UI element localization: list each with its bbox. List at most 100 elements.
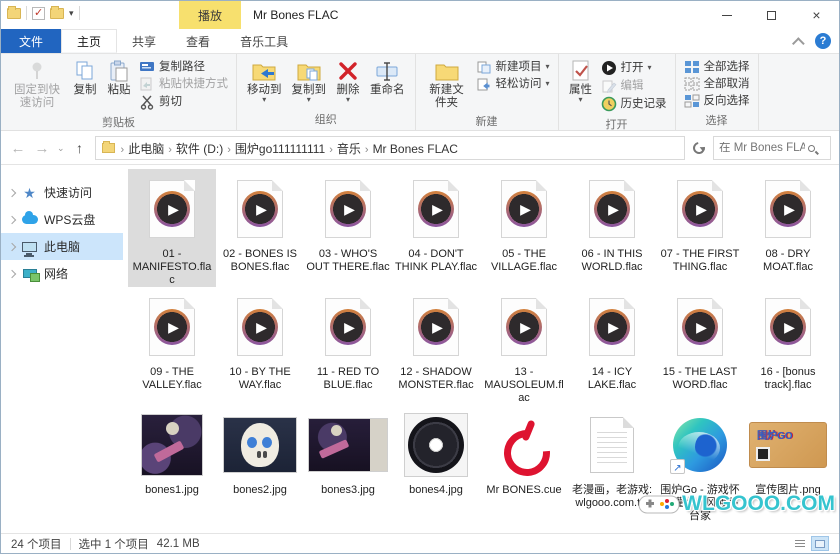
sidebar-item-label: 此电脑 [44,238,80,255]
tab-share[interactable]: 共享 [117,29,171,53]
group-label: 新建 [416,112,558,132]
invert-selection-icon [684,94,700,108]
file-item[interactable]: bones2.jpg [216,405,304,523]
button-label: 新建项目 [496,60,542,74]
recent-locations-dropdown[interactable]: ⌄ [57,143,65,154]
forward-button[interactable]: → [33,140,51,157]
button-label: 粘贴 [108,84,131,97]
thumbnail-view-button[interactable] [811,536,829,551]
file-item[interactable]: bones3.jpg [304,405,392,523]
expand-chevron-icon[interactable] [8,215,16,223]
collapse-ribbon-icon[interactable] [792,37,805,50]
refresh-icon[interactable] [691,140,708,157]
button-label: 反向选择 [704,94,750,108]
maximize-button[interactable] [749,1,794,29]
file-item[interactable]: 03 - WHO'S OUT THERE.flac [304,169,392,287]
file-item[interactable]: 13 - MAUSOLEUM.flac [480,287,568,405]
file-item[interactable]: 14 - ICY LAKE.flac [568,287,656,405]
delete-x-icon [336,59,360,83]
delete-button[interactable]: 删除 ▾ [332,57,364,105]
file-item[interactable]: 06 - IN THIS WORLD.flac [568,169,656,287]
dropdown-arrow-icon: ▾ [307,97,311,103]
new-item-button[interactable]: 新建项目 ▾ [476,60,550,74]
tab-home[interactable]: 主页 [61,29,117,53]
file-item[interactable]: 08 - DRY MOAT.flac [744,169,832,287]
copy-path-button[interactable]: 复制路径 [139,60,228,74]
invert-selection-button[interactable]: 反向选择 [684,94,750,108]
search-input[interactable] [719,142,805,154]
rename-button[interactable]: 重命名 [366,57,409,99]
copy-to-button[interactable]: 复制到 ▾ [288,57,331,105]
cut-button[interactable]: 剪切 [139,94,228,110]
history-button[interactable]: 历史记录 [601,96,667,112]
breadcrumb-item[interactable]: 软件 (D:) [174,142,225,156]
expand-chevron-icon[interactable] [8,242,16,250]
file-item[interactable]: 10 - BY THE WAY.flac [216,287,304,405]
tab-file[interactable]: 文件 [1,29,61,53]
file-item[interactable]: 09 - THE VALLEY.flac [128,287,216,405]
select-none-button[interactable]: 全部取消 [684,77,750,91]
file-item[interactable]: 12 - SHADOW MONSTER.flac [392,287,480,405]
open-button[interactable]: 打开 ▾ [601,60,667,76]
file-item[interactable]: 07 - THE FIRST THING.flac [656,169,744,287]
close-button[interactable]: × [794,1,839,29]
file-item[interactable]: 15 - THE LAST WORD.flac [656,287,744,405]
file-item[interactable]: 02 - BONES IS BONES.flac [216,169,304,287]
details-view-button[interactable] [791,536,809,551]
help-icon[interactable]: ? [815,33,831,49]
button-label: 重命名 [370,84,405,97]
sidebar-item-wps-cloud[interactable]: WPS云盘 [1,206,123,233]
search-box[interactable] [713,136,831,160]
paste-button[interactable]: 粘贴 [103,57,135,99]
expand-chevron-icon[interactable] [8,188,16,196]
file-item[interactable]: bones4.jpg [392,405,480,523]
dropdown-arrow-icon[interactable]: ▾ [69,8,74,19]
tab-music-tools[interactable]: 音乐工具 [225,29,303,53]
sidebar-item-this-pc[interactable]: 此电脑 [1,233,123,260]
properties-check-icon[interactable] [32,7,45,20]
file-name: 12 - SHADOW MONSTER.flac [394,366,478,392]
file-item[interactable]: 宣传图片.png [744,405,832,523]
back-button[interactable]: ← [9,140,27,157]
pin-to-quick-access-button[interactable]: 固定到快速访问 [7,57,67,112]
button-label: 固定到快速访问 [11,84,63,110]
file-item[interactable]: 05 - THE VILLAGE.flac [480,169,568,287]
file-item[interactable]: Mr BONES.cue [480,405,568,523]
breadcrumb-item[interactable]: Mr Bones FLAC [371,142,460,156]
address-bar[interactable]: ›此电脑›软件 (D:)›围炉go111111111›音乐›Mr Bones F… [95,136,685,160]
folder-icon[interactable] [7,8,21,19]
sidebar-item-quick-access[interactable]: ★ 快速访问 [1,179,123,206]
folder-icon[interactable] [50,8,64,19]
edit-button[interactable]: 编辑 [601,79,667,93]
file-item[interactable]: 16 - [bonus track].flac [744,287,832,405]
select-all-icon [684,60,700,74]
sidebar-item-network[interactable]: 网络 [1,260,123,287]
easy-access-button[interactable]: 轻松访问 ▾ [476,77,550,91]
file-item[interactable]: 04 - DON'T THINK PLAY.flac [392,169,480,287]
window-title: Mr Bones FLAC [253,8,338,22]
file-item[interactable]: 11 - RED TO BLUE.flac [304,287,392,405]
search-icon[interactable] [808,145,815,152]
file-name: 围炉Go - 游戏怀旧灌水，风渡平台家 [658,484,742,523]
star-icon: ★ [21,185,38,200]
move-to-button[interactable]: 移动到 ▾ [243,57,286,105]
breadcrumb-item[interactable]: 此电脑 [126,142,166,156]
sidebar-item-label: 快速访问 [44,184,92,201]
minimize-button[interactable] [704,1,749,29]
tab-view[interactable]: 查看 [171,29,225,53]
up-button[interactable]: ↑ [71,140,89,156]
file-item[interactable]: 老漫画，老游戏: wlgooo.com.txt [568,405,656,523]
breadcrumb-item[interactable]: 音乐 [335,142,363,156]
file-name: 04 - DON'T THINK PLAY.flac [394,248,478,274]
expand-chevron-icon[interactable] [8,269,16,277]
file-item[interactable]: 围炉Go - 游戏怀旧灌水，风渡平台家 [656,405,744,523]
button-label: 打开 [621,61,644,75]
properties-button[interactable]: 属性 ▾ [565,57,597,105]
select-all-button[interactable]: 全部选择 [684,60,750,74]
new-folder-button[interactable]: 新建文件夹 [422,57,472,112]
file-item[interactable]: bones1.jpg [128,405,216,523]
breadcrumb-item[interactable]: 围炉go111111111 [233,142,327,156]
paste-shortcut-button[interactable]: 粘贴快捷方式 [139,77,228,91]
copy-button[interactable]: 复制 [69,57,101,99]
file-item[interactable]: 01 - MANIFESTO.flac [128,169,216,287]
